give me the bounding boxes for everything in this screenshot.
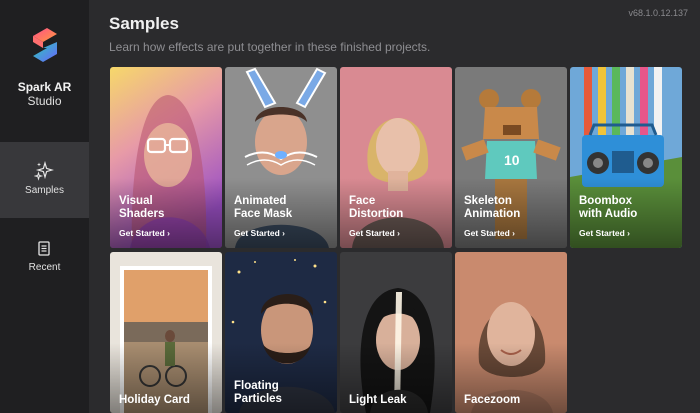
sample-card-visual-shaders[interactable]: Visual Shaders Get Started › (110, 67, 222, 248)
card-title: Skeleton Animation (464, 195, 521, 220)
version-label: v68.1.0.12.137 (628, 8, 688, 18)
card-title: Holiday Card (119, 394, 190, 406)
app-name-suffix: Studio (27, 94, 62, 108)
svg-text:10: 10 (504, 152, 520, 168)
sidebar-item-label: Recent (28, 262, 61, 273)
get-started-link[interactable]: Get Started › (464, 228, 515, 238)
get-started-link[interactable]: Get Started › (234, 228, 285, 238)
spark-ar-logo-icon (33, 28, 57, 62)
sparkle-icon (34, 161, 54, 181)
page-subtitle: Learn how effects are put together in th… (109, 40, 431, 54)
card-title: Floating Particles (234, 380, 282, 405)
card-title: Visual Shaders (119, 195, 165, 220)
card-title: Facezoom (464, 394, 521, 406)
app-name: Spark AR (17, 80, 72, 94)
card-title: Light Leak (349, 394, 407, 406)
sample-card-floating-particles[interactable]: Floating Particles (225, 252, 337, 413)
sample-card-facezoom[interactable]: Facezoom (455, 252, 567, 413)
card-title: Face Distortion (349, 195, 404, 220)
sample-card-boombox-with-audio[interactable]: Boombox with Audio Get Started › (570, 67, 682, 248)
sidebar: Spark AR Studio Samples Recent (0, 0, 89, 413)
get-started-link[interactable]: Get Started › (349, 228, 400, 238)
app-brand: Spark AR Studio (0, 0, 89, 140)
get-started-link[interactable]: Get Started › (579, 228, 630, 238)
sample-card-skeleton-animation[interactable]: 10 Skeleton Animation Get Started › (455, 67, 567, 248)
document-icon (38, 241, 50, 256)
sample-card-face-distortion[interactable]: Face Distortion Get Started › (340, 67, 452, 248)
sidebar-item-label: Samples (25, 185, 64, 196)
sample-card-holiday-card[interactable]: Holiday Card (110, 252, 222, 413)
page-title: Samples (109, 14, 179, 33)
sample-card-animated-face-mask[interactable]: Animated Face Mask Get Started › (225, 67, 337, 248)
sample-card-light-leak[interactable]: Light Leak (340, 252, 452, 413)
sidebar-item-recent[interactable]: Recent (0, 228, 89, 290)
card-title: Boombox with Audio (579, 195, 638, 220)
sidebar-item-samples[interactable]: Samples (0, 142, 89, 218)
card-title: Animated Face Mask (234, 195, 293, 220)
get-started-link[interactable]: Get Started › (119, 228, 170, 238)
